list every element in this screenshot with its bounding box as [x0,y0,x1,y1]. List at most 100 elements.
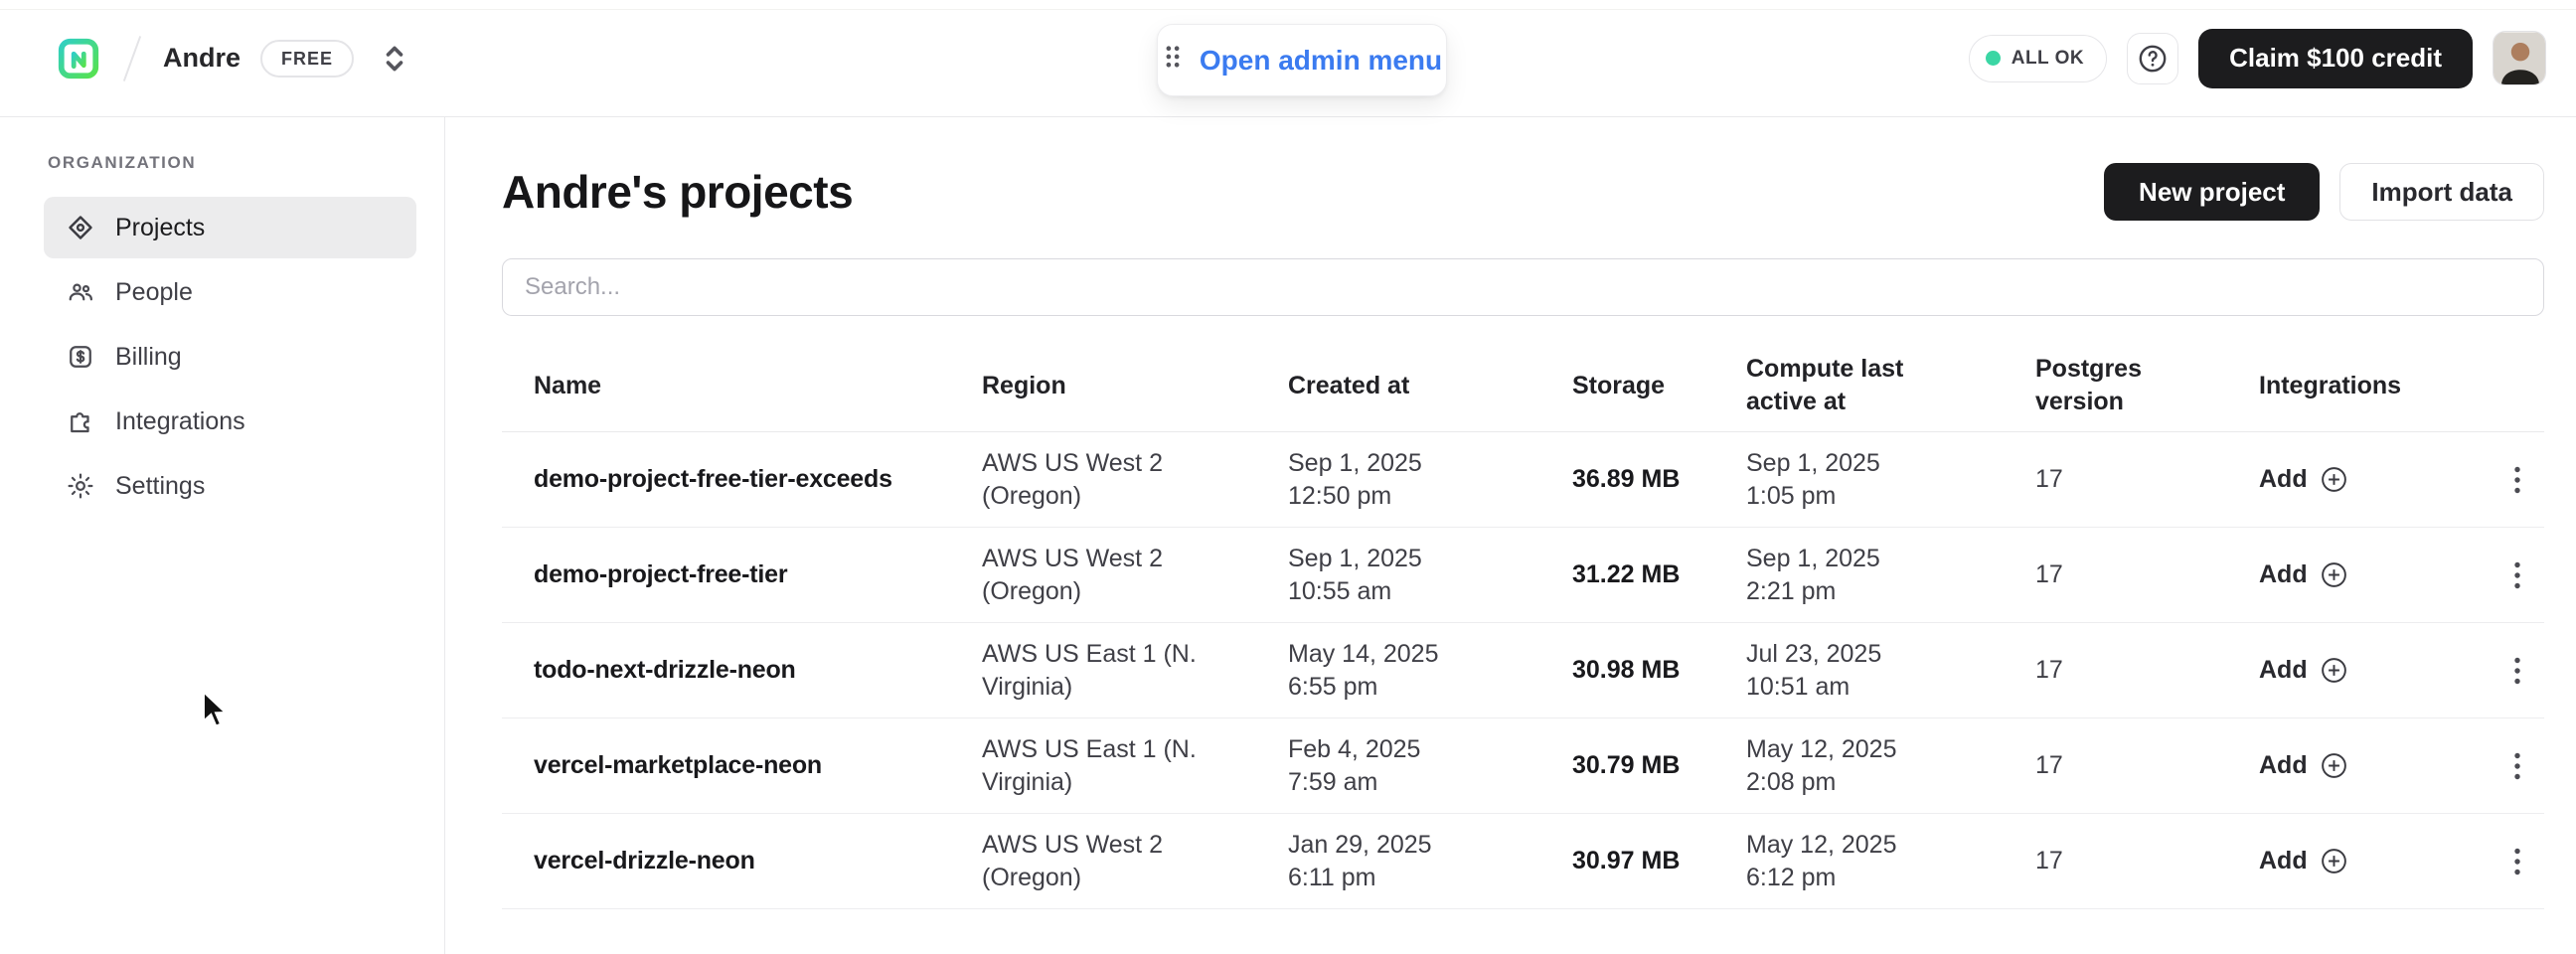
table-row[interactable]: todo-next-drizzle-neon AWS US East 1 (N.… [502,623,2544,718]
status-label: ALL OK [2012,48,2084,70]
sidebar-item-label: Billing [115,343,182,372]
sidebar-item-integrations[interactable]: Integrations [44,391,416,452]
claim-credit-button[interactable]: Claim $100 credit [2198,29,2473,88]
project-created-at: May 14, 20256:55 pm [1288,638,1572,704]
project-name: demo-project-free-tier [502,560,982,589]
project-region: AWS US East 1 (N.Virginia) [982,638,1288,704]
project-name: vercel-marketplace-neon [502,751,982,780]
kebab-menu-icon [2511,653,2523,689]
project-created-at: Sep 1, 202512:50 pm [1288,447,1572,513]
column-header-created-at: Created at [1288,370,1572,402]
project-storage: 30.98 MB [1572,656,1746,685]
kebab-menu-icon [2511,844,2523,879]
table-row[interactable]: demo-project-free-tier AWS US West 2(Ore… [502,528,2544,623]
project-storage: 36.89 MB [1572,465,1746,494]
row-menu-button[interactable] [2496,744,2539,788]
add-integration-button[interactable]: Add [2259,750,2490,781]
project-name: demo-project-free-tier-exceeds [502,465,982,494]
project-region: AWS US West 2(Oregon) [982,543,1288,608]
sidebar-item-people[interactable]: People [44,261,416,323]
project-created-at: Feb 4, 20257:59 am [1288,733,1572,799]
column-header-compute-last-active: Compute last active at [1746,353,2035,418]
new-project-button[interactable]: New project [2104,163,2320,221]
sidebar-item-settings[interactable]: Settings [44,455,416,517]
circle-plus-icon [2319,846,2349,876]
table-row[interactable]: vercel-drizzle-neon AWS US West 2(Oregon… [502,814,2544,909]
circle-plus-icon [2319,559,2349,590]
project-storage: 30.79 MB [1572,751,1746,780]
status-badge[interactable]: ALL OK [1969,35,2107,82]
org-switcher[interactable]: Andre FREE [163,39,407,79]
user-avatar[interactable] [2493,31,2546,85]
project-postgres-version: 17 [2035,560,2259,589]
sidebar-section-label: ORGANIZATION [0,153,444,173]
project-compute-last-active: Sep 1, 20251:05 pm [1746,447,2035,513]
search-input[interactable] [502,258,2544,316]
projects-icon [66,213,95,242]
projects-table: Name Region Created at Storage Compute l… [502,340,2544,909]
sidebar-item-label: People [115,278,193,307]
kebab-menu-icon [2511,557,2523,593]
table-row[interactable]: vercel-marketplace-neon AWS US East 1 (N… [502,718,2544,814]
project-postgres-version: 17 [2035,465,2259,494]
project-region: AWS US West 2(Oregon) [982,447,1288,513]
topbar: Andre FREE Open admin menu ALL OK [0,0,2576,117]
page-title: Andre's projects [502,165,853,219]
table-header-row: Name Region Created at Storage Compute l… [502,340,2544,432]
add-integration-button[interactable]: Add [2259,846,2490,876]
project-name: todo-next-drizzle-neon [502,656,982,685]
topbar-right: ALL OK Claim $100 credit [1969,29,2546,88]
table-row[interactable]: demo-project-free-tier-exceeds AWS US We… [502,432,2544,528]
project-region: AWS US East 1 (N.Virginia) [982,733,1288,799]
main-content: Andre's projects New project Import data… [445,117,2576,954]
row-menu-button[interactable] [2496,554,2539,597]
open-admin-menu-button[interactable]: Open admin menu [1157,24,1447,96]
column-header-postgres-version: Postgres version [2035,353,2259,418]
plan-badge: FREE [260,40,354,78]
column-header-storage: Storage [1572,370,1746,402]
org-name: Andre [163,43,241,74]
people-icon [66,277,95,307]
add-integration-button[interactable]: Add [2259,655,2490,686]
kebab-menu-icon [2511,748,2523,784]
circle-plus-icon [2319,750,2349,781]
drag-handle-icon [1162,41,1184,80]
project-postgres-version: 17 [2035,656,2259,685]
row-menu-button[interactable] [2496,458,2539,502]
sidebar-item-label: Integrations [115,407,245,436]
sidebar-item-billing[interactable]: Billing [44,326,416,388]
project-storage: 31.22 MB [1572,560,1746,589]
project-storage: 30.97 MB [1572,847,1746,875]
billing-icon [66,342,95,372]
neon-logo-icon[interactable] [56,36,101,81]
sidebar: ORGANIZATION Projects People Billing [0,117,445,954]
project-created-at: Jan 29, 20256:11 pm [1288,829,1572,894]
project-postgres-version: 17 [2035,847,2259,875]
column-header-region: Region [982,370,1288,402]
project-compute-last-active: Sep 1, 20252:21 pm [1746,543,2035,608]
add-integration-button[interactable]: Add [2259,559,2490,590]
brand-area: Andre FREE [56,35,407,82]
sidebar-item-label: Settings [115,472,205,501]
project-compute-last-active: Jul 23, 202510:51 am [1746,638,2035,704]
chevron-up-down-icon[interactable] [382,39,407,79]
sidebar-item-projects[interactable]: Projects [44,197,416,258]
project-compute-last-active: May 12, 20256:12 pm [1746,829,2035,894]
admin-menu-label: Open admin menu [1200,45,1442,77]
column-header-name: Name [502,370,982,402]
sidebar-item-label: Projects [115,214,205,242]
circle-plus-icon [2319,655,2349,686]
row-menu-button[interactable] [2496,840,2539,883]
breadcrumb-slash [123,36,141,81]
settings-icon [66,471,95,501]
add-integration-button[interactable]: Add [2259,464,2490,495]
project-created-at: Sep 1, 202510:55 am [1288,543,1572,608]
kebab-menu-icon [2511,462,2523,498]
help-button[interactable] [2127,33,2178,84]
project-postgres-version: 17 [2035,751,2259,780]
import-data-button[interactable]: Import data [2339,163,2544,221]
row-menu-button[interactable] [2496,649,2539,693]
project-region: AWS US West 2(Oregon) [982,829,1288,894]
project-compute-last-active: May 12, 20252:08 pm [1746,733,2035,799]
integrations-icon [66,406,95,436]
